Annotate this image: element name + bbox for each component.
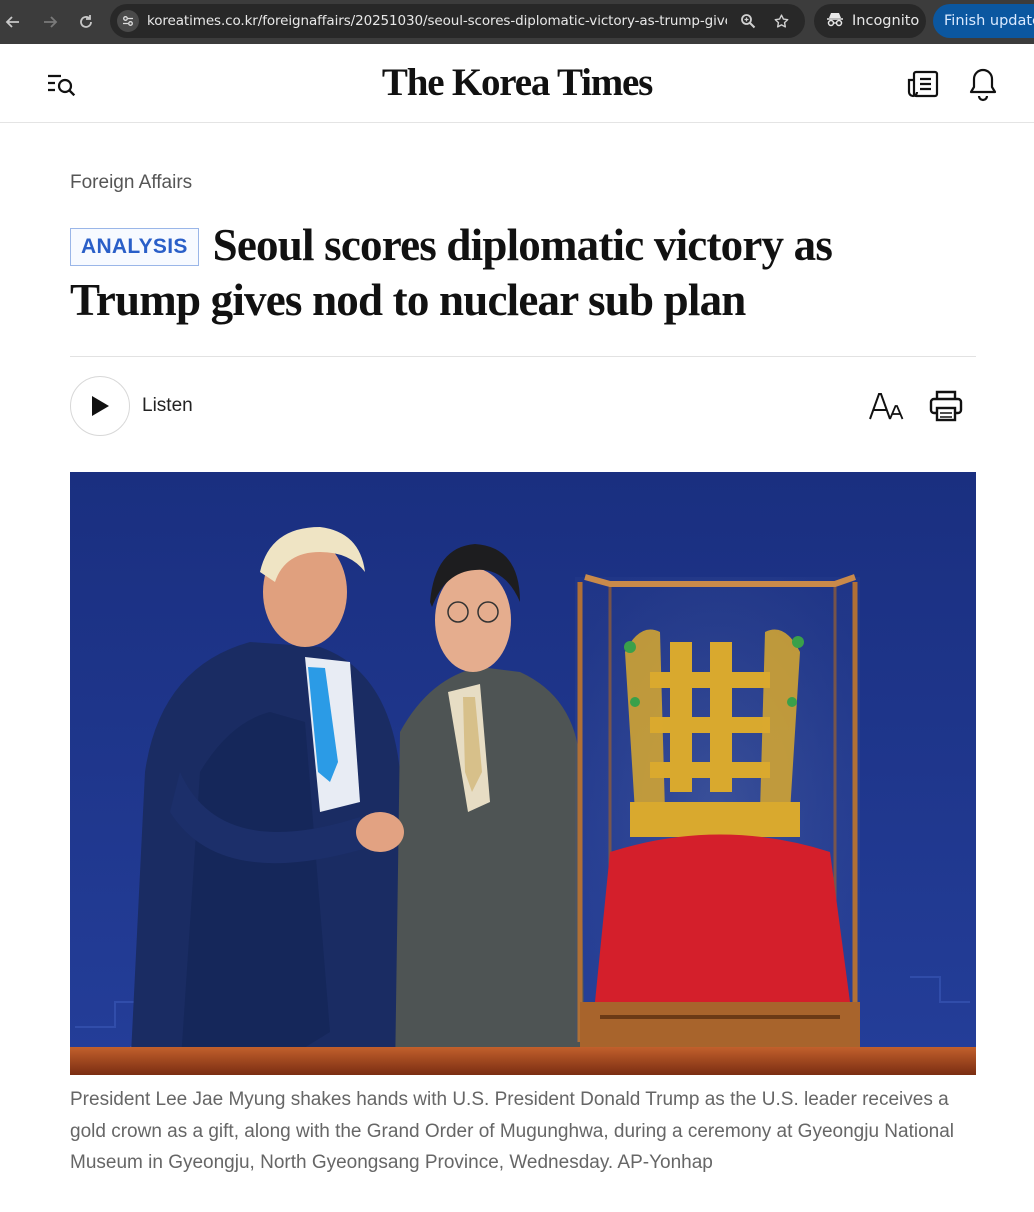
analysis-badge: ANALYSIS [70,228,199,266]
browser-toolbar: koreatimes.co.kr/foreignaffairs/20251030… [0,0,1034,44]
play-button[interactable] [70,376,130,436]
bookmark-star-icon[interactable] [771,11,791,31]
incognito-label: Incognito [852,13,920,29]
site-info-icon[interactable] [117,10,139,32]
site-logo[interactable]: The Korea Times [0,60,1034,105]
incognito-icon [826,11,844,31]
address-bar[interactable]: koreatimes.co.kr/foreignaffairs/20251030… [110,4,805,38]
article-headline: ANALYSIS Seoul scores diplomatic victory … [70,218,970,328]
zoom-icon[interactable] [738,11,758,31]
bell-icon[interactable] [966,66,1000,102]
newspaper-icon[interactable] [906,69,940,99]
incognito-indicator[interactable]: Incognito [814,4,926,38]
play-icon [92,396,109,416]
back-arrow-icon[interactable] [0,6,26,38]
divider [70,356,976,357]
finish-update-button[interactable]: Finish update [933,4,1034,38]
site-header: The Korea Times [0,44,1034,123]
print-icon[interactable] [928,388,964,424]
photo-caption: President Lee Jae Myung shakes hands wit… [70,1089,955,1173]
font-size-icon[interactable] [868,391,904,421]
listen-label[interactable]: Listen [142,395,193,417]
forward-arrow-icon[interactable] [34,6,66,38]
article-photo[interactable] [70,472,976,1075]
reload-icon[interactable] [70,6,102,38]
url-text: koreatimes.co.kr/foreignaffairs/20251030… [147,13,727,29]
section-label[interactable]: Foreign Affairs [70,172,192,194]
